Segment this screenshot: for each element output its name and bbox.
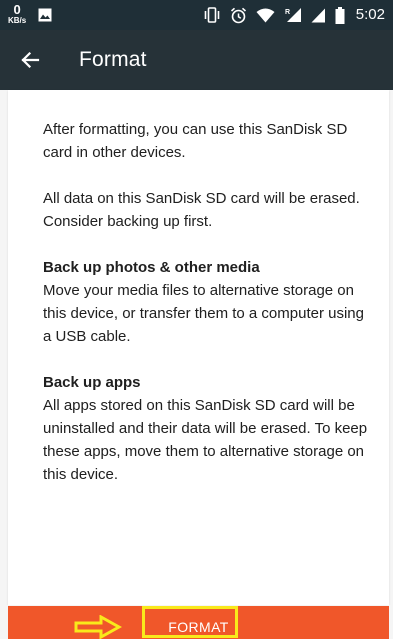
signal-icon [311,8,325,22]
wifi-icon [256,8,275,22]
battery-icon [335,6,345,24]
image-icon [38,8,52,22]
signal-r-icon: R [285,8,301,22]
section-media-heading: Back up photos & other media [43,259,260,276]
format-button[interactable]: FORMAT [8,606,389,639]
section-apps: Back up apps All apps stored on this San… [43,371,373,486]
format-button-label: FORMAT [168,618,229,635]
back-arrow-icon [21,51,40,69]
footer: FORMAT [0,605,393,639]
network-speed: 0 KB/s [8,3,26,25]
arrow-annotation-icon [74,615,122,639]
intro-text: After formatting, you can use this SanDi… [43,121,348,161]
status-bar: 0 KB/s R 5:02 [0,0,393,30]
section-media-text: Move your media files to alternative sto… [43,282,364,345]
network-speed-value: 0 [13,2,21,17]
warning-text: All data on this SanDisk SD card will be… [43,190,360,230]
section-apps-text: All apps stored on this SanDisk SD card … [43,397,368,483]
section-apps-heading: Back up apps [43,374,141,391]
svg-text:R: R [285,9,290,16]
status-time: 5:02 [355,6,385,23]
network-speed-unit: KB/s [8,16,27,25]
back-button[interactable] [6,36,54,84]
page-title: Format [79,48,147,71]
content-card: After formatting, you can use this SanDi… [8,90,389,605]
alarm-icon [230,7,246,23]
format-info: After formatting, you can use this SanDi… [43,118,373,509]
app-bar: Format [0,30,393,90]
section-media: Back up photos & other media Move your m… [43,256,373,348]
vibrate-icon [204,7,220,23]
